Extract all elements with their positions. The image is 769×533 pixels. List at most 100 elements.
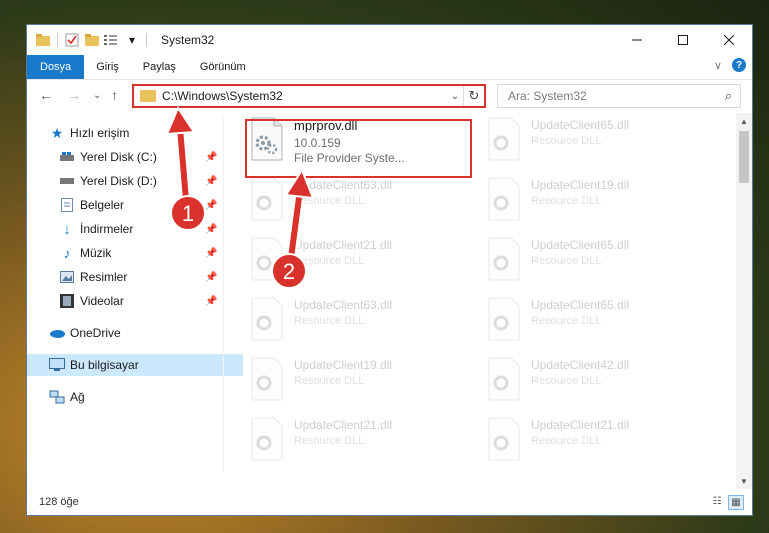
address-path[interactable]: C:\Windows\System32 <box>162 89 447 103</box>
file-type: Resource DLL <box>294 255 365 267</box>
dll-file-icon <box>488 297 520 341</box>
file-name: UpdateClient65.dll <box>531 118 630 132</box>
pin-icon[interactable]: 📌 <box>205 176 217 187</box>
cloud-icon <box>49 325 65 341</box>
sidebar-item-network[interactable]: Ağ <box>27 386 243 408</box>
file-type: Resource DLL <box>531 195 602 207</box>
help-icon[interactable]: ? <box>732 58 746 72</box>
file-tile[interactable]: UpdateClient63.dll Resource DLL <box>246 293 472 351</box>
file-tile[interactable]: UpdateClient21.dll Resource DLL <box>246 233 472 291</box>
sidebar-item-pictures[interactable]: Resimler 📌 <box>27 266 253 288</box>
scroll-up-arrow-icon[interactable]: ▲ <box>736 113 752 129</box>
search-input[interactable]: Ara: System32 ⌕ <box>497 84 741 108</box>
drive-icon <box>59 173 75 189</box>
file-type: Resource DLL <box>294 315 365 327</box>
address-bar[interactable]: C:\Windows\System32 ⌄ ↻ <box>132 84 486 108</box>
item-count: 128 öğe <box>39 496 79 508</box>
tab-share[interactable]: Paylaş <box>131 55 188 79</box>
pin-icon[interactable]: 📌 <box>205 296 217 307</box>
file-tile[interactable]: UpdateClient42.dll Resource DLL <box>483 353 709 411</box>
sidebar-item-local-disk-c[interactable]: Yerel Disk (C:) 📌 <box>27 146 253 168</box>
view-options-icon[interactable] <box>104 32 120 48</box>
pin-icon[interactable]: 📌 <box>205 248 217 259</box>
folder-icon[interactable] <box>35 32 51 48</box>
file-highlight-box <box>245 119 472 178</box>
sidebar-item-onedrive[interactable]: OneDrive <box>27 322 243 344</box>
address-dropdown-chevron-icon[interactable]: ⌄ <box>447 91 463 102</box>
properties-icon[interactable] <box>64 32 80 48</box>
details-view-icon[interactable]: ☷ <box>710 495 724 508</box>
search-placeholder: Ara: System32 <box>508 89 587 103</box>
minimize-button[interactable] <box>614 25 660 55</box>
new-folder-icon[interactable] <box>84 32 100 48</box>
up-arrow-icon[interactable]: ↑ <box>111 87 118 103</box>
drive-icon <box>59 149 75 165</box>
toolbar-separator <box>146 33 147 47</box>
sidebar-item-label: Bu bilgisayar <box>70 358 139 372</box>
scrollbar-thumb[interactable] <box>739 131 749 183</box>
dll-file-icon <box>488 417 520 461</box>
file-tile[interactable]: UpdateClient21.dll Resource DLL <box>246 413 472 471</box>
sidebar-item-label: Videolar <box>80 294 124 308</box>
refresh-icon[interactable]: ↻ <box>463 86 484 106</box>
file-tile[interactable]: UpdateClient19.dll Resource DLL <box>483 173 709 231</box>
sidebar-item-downloads[interactable]: ↓ İndirmeler 📌 <box>27 218 253 240</box>
file-name: UpdateClient63.dll <box>294 178 393 192</box>
file-name: UpdateClient42.dll <box>531 358 630 372</box>
tab-view[interactable]: Görünüm <box>188 55 258 79</box>
sidebar-item-label: Belgeler <box>80 198 125 212</box>
sidebar-item-label: Yerel Disk (D:) <box>80 174 157 188</box>
computer-icon <box>49 357 65 373</box>
close-button[interactable] <box>706 25 752 55</box>
ribbon-tabs: Dosya Giriş Paylaş Görünüm ∨ ? <box>27 55 752 80</box>
forward-arrow-icon[interactable]: → <box>67 87 81 103</box>
sidebar-item-music[interactable]: ♪ Müzik 📌 <box>27 242 253 264</box>
large-icons-view-icon[interactable]: ▦ <box>728 495 744 510</box>
file-tile[interactable]: UpdateClient65.dll Resource DLL <box>483 293 709 351</box>
maximize-button[interactable] <box>660 25 706 55</box>
file-tile[interactable]: UpdateClient63.dll Resource DLL <box>246 173 472 231</box>
film-icon <box>59 293 75 309</box>
pin-icon[interactable]: 📌 <box>205 272 217 283</box>
sidebar-item-label: Yerel Disk (C:) <box>80 150 157 164</box>
back-arrow-icon[interactable]: ← <box>39 87 53 103</box>
minimize-icon <box>632 39 642 41</box>
file-tile[interactable]: UpdateClient19.dll Resource DLL <box>246 353 472 411</box>
vertical-scrollbar[interactable]: ▲ ▼ <box>736 113 752 489</box>
file-type: Resource DLL <box>531 375 602 387</box>
sidebar-item-this-pc[interactable]: Bu bilgisayar <box>27 354 243 376</box>
expand-ribbon-chevron-icon[interactable]: ∨ <box>714 59 722 72</box>
tab-home[interactable]: Giriş <box>84 55 131 79</box>
search-icon[interactable]: ⌕ <box>725 88 732 104</box>
sidebar-item-label: Ağ <box>70 390 85 404</box>
pin-icon[interactable]: 📌 <box>205 152 217 163</box>
sidebar-item-label: Resimler <box>80 270 128 284</box>
document-icon <box>59 197 75 213</box>
file-type: Resource DLL <box>531 255 602 267</box>
file-name: UpdateClient21.dll <box>294 418 393 432</box>
file-tile[interactable]: UpdateClient65.dll Resource DLL <box>483 113 709 171</box>
sidebar-item-videos[interactable]: Videolar 📌 <box>27 290 253 312</box>
music-note-icon: ♪ <box>63 245 71 261</box>
file-tile[interactable]: UpdateClient65.dll Resource DLL <box>483 233 709 291</box>
file-tile[interactable]: UpdateClient21.dll Resource DLL <box>483 413 709 471</box>
recent-locations-chevron-icon[interactable]: ⌄ <box>93 90 101 101</box>
file-type: Resource DLL <box>531 435 602 447</box>
scroll-down-arrow-icon[interactable]: ▼ <box>736 473 752 489</box>
maximize-icon <box>678 35 688 45</box>
dll-file-icon <box>488 117 520 161</box>
star-icon: ★ <box>50 124 64 141</box>
tab-file[interactable]: Dosya <box>27 55 85 79</box>
sidebar-item-documents[interactable]: Belgeler 📌 <box>27 194 253 216</box>
sidebar-item-label: İndirmeler <box>80 222 134 236</box>
dll-file-icon <box>488 357 520 401</box>
customize-dropdown-icon[interactable]: ▾ <box>124 32 140 48</box>
dll-file-icon <box>251 417 283 461</box>
sidebar-item-local-disk-d[interactable]: Yerel Disk (D:) 📌 <box>27 170 253 192</box>
sidebar-item-quick-access[interactable]: ★ Hızlı erişim <box>27 122 243 144</box>
sidebar-item-label: Müzik <box>80 246 112 260</box>
pin-icon[interactable]: 📌 <box>205 200 217 211</box>
toolbar-separator <box>57 33 58 47</box>
dll-file-icon <box>251 357 283 401</box>
pin-icon[interactable]: 📌 <box>205 224 217 235</box>
